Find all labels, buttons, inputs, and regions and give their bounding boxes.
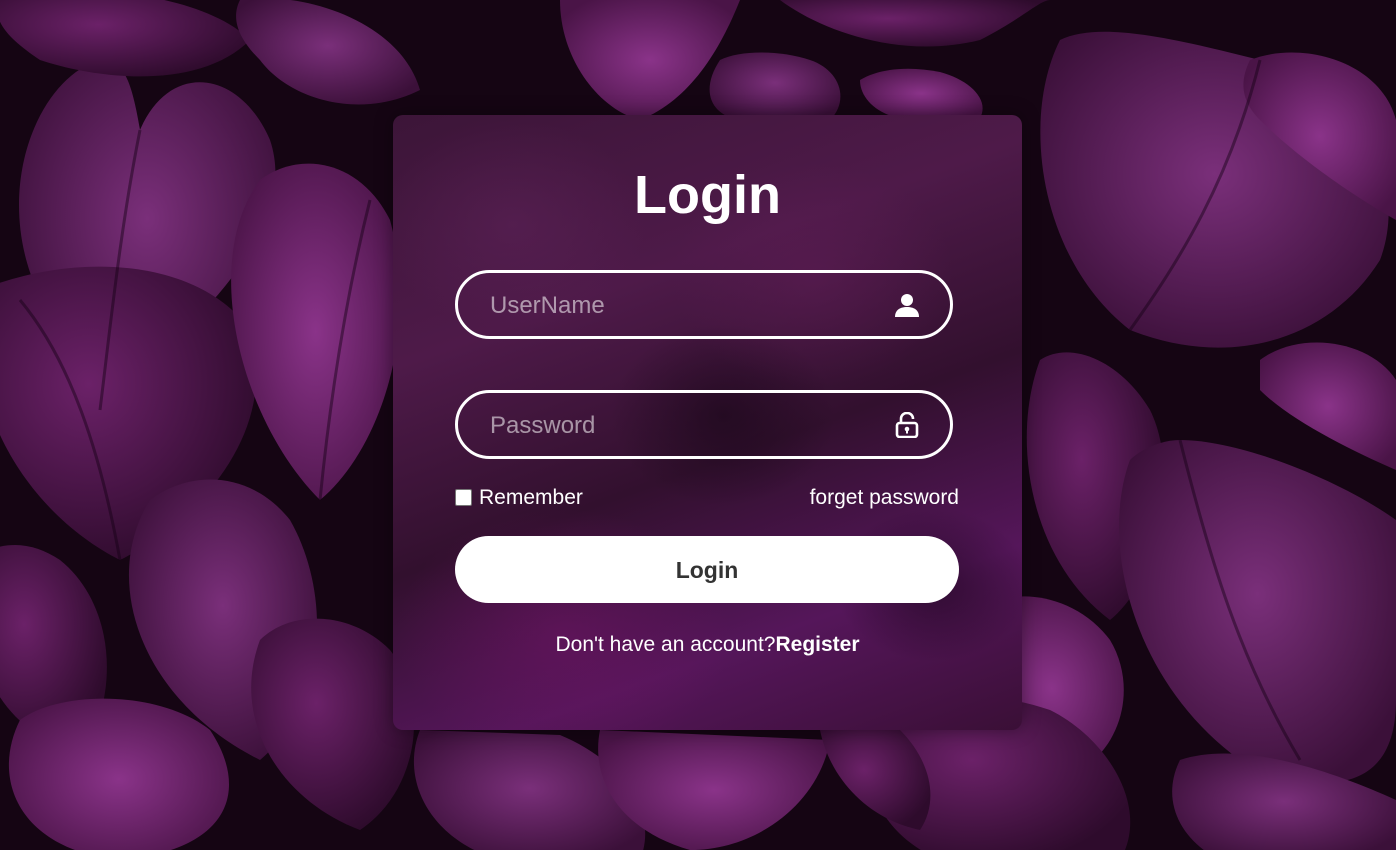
lock-icon	[895, 412, 919, 438]
login-button[interactable]: Login	[455, 536, 959, 603]
password-input[interactable]	[488, 393, 872, 458]
username-field[interactable]	[455, 270, 953, 339]
login-card: Login Remember forget password Login Don…	[393, 115, 1022, 730]
register-link[interactable]: Register	[775, 633, 859, 656]
register-prompt: Don't have an account?Register	[393, 633, 1022, 657]
login-title: Login	[634, 165, 781, 225]
remember-label: Remember	[479, 486, 583, 509]
no-account-text: Don't have an account?	[555, 633, 776, 656]
password-field[interactable]	[455, 390, 953, 459]
forget-password-link[interactable]: forget password	[810, 486, 959, 510]
remember-option[interactable]: Remember	[455, 486, 583, 510]
username-input[interactable]	[488, 273, 872, 338]
remember-checkbox[interactable]	[455, 488, 472, 506]
user-icon	[895, 294, 919, 317]
login-options-row: Remember forget password	[455, 486, 959, 514]
